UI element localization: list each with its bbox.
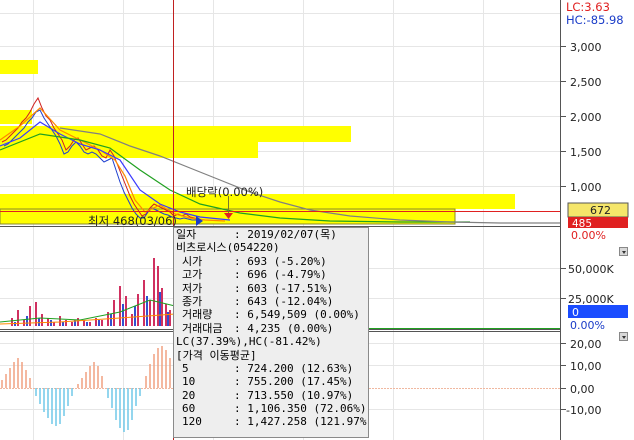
- tooltip-ma-value: : 713.550 (10.97%): [234, 388, 354, 402]
- oscillator-tick: 10,00: [570, 360, 602, 373]
- tooltip-lc-hc: LC(37.39%),HC(-81.42%): [176, 335, 322, 349]
- tooltip-stock-name: 비츠로시스(054220): [176, 241, 280, 255]
- tooltip-ma-value: : 1,427.258 (121.97%): [234, 415, 369, 429]
- tooltip-value: : 696 (-4.79%): [234, 268, 327, 282]
- oscillator-tick: 0,00: [570, 383, 595, 396]
- panel-collapse-button[interactable]: [619, 332, 628, 341]
- dividend-annotation: 배당락(0.00%): [186, 185, 263, 199]
- tooltip-key: 고가: [182, 268, 203, 282]
- tooltip-value: : 4,235 (0.00%): [234, 321, 334, 335]
- tooltip-value: : 693 (-5.20%): [234, 254, 327, 268]
- oscillator-tick: -10,00: [566, 404, 601, 417]
- tooltip-date-key: 일자: [176, 228, 197, 241]
- tooltip-key: 거래대금: [182, 321, 223, 335]
- tooltip-ma-key: 120: [182, 415, 202, 429]
- hc-label: HC:-85.98: [566, 13, 624, 27]
- tooltip-date-value: : 2019/02/07(목): [234, 228, 337, 241]
- price-tick: 2,000: [570, 111, 602, 124]
- tooltip-ma-key: 20: [182, 388, 196, 402]
- volume-tick: 50,000K: [568, 263, 614, 276]
- price-tick: 1,000: [570, 181, 602, 194]
- tooltip-key: 종가: [182, 294, 203, 308]
- crosshair-tooltip: 일자 : 2019/02/07(목) 비츠로시스(054220) 시가 : 693 …: [173, 227, 369, 438]
- volume-pct-label: 0.00%: [570, 319, 605, 332]
- tooltip-ma-key: 10: [182, 375, 196, 389]
- oscillator-tick: 20,00: [570, 338, 602, 351]
- tooltip-key: 시가: [182, 254, 203, 268]
- tooltip-value: : 643 (-12.04%): [234, 294, 334, 308]
- red-pct-label: 0.00%: [571, 229, 606, 242]
- volume-tick: 25,000K: [568, 293, 614, 306]
- tooltip-ma-key: 5: [182, 361, 189, 375]
- right-axis: 3,000 2,500 2,000 1,500 1,000 50,000K 25…: [560, 0, 634, 440]
- price-tick: 3,000: [570, 41, 602, 54]
- tooltip-key: 저가: [182, 281, 203, 295]
- price-tick: 2,500: [570, 76, 602, 89]
- tooltip-ma-key: 60: [182, 402, 196, 416]
- panel-collapse-button[interactable]: [619, 247, 628, 256]
- current-price-label: 672: [590, 204, 611, 217]
- tooltip-value: : 6,549,509 (0.00%): [234, 308, 360, 322]
- tooltip-ma-value: : 724.200 (12.63%): [234, 361, 354, 375]
- tooltip-ma-header: [가격 이동평균]: [176, 348, 257, 362]
- volume-value-label: 0: [572, 306, 579, 319]
- tooltip-key: 거래량: [182, 308, 213, 322]
- price-tick: 1,500: [570, 146, 602, 159]
- tooltip-ma-value: : 1,106.350 (72.06%): [234, 402, 367, 416]
- low-annotation: 최저 468(03/06): [88, 214, 177, 228]
- tooltip-value: : 603 (-17.51%): [234, 281, 334, 295]
- lc-label: LC:3.63: [566, 0, 610, 14]
- tooltip-ma-value: : 755.200 (17.45%): [234, 375, 354, 389]
